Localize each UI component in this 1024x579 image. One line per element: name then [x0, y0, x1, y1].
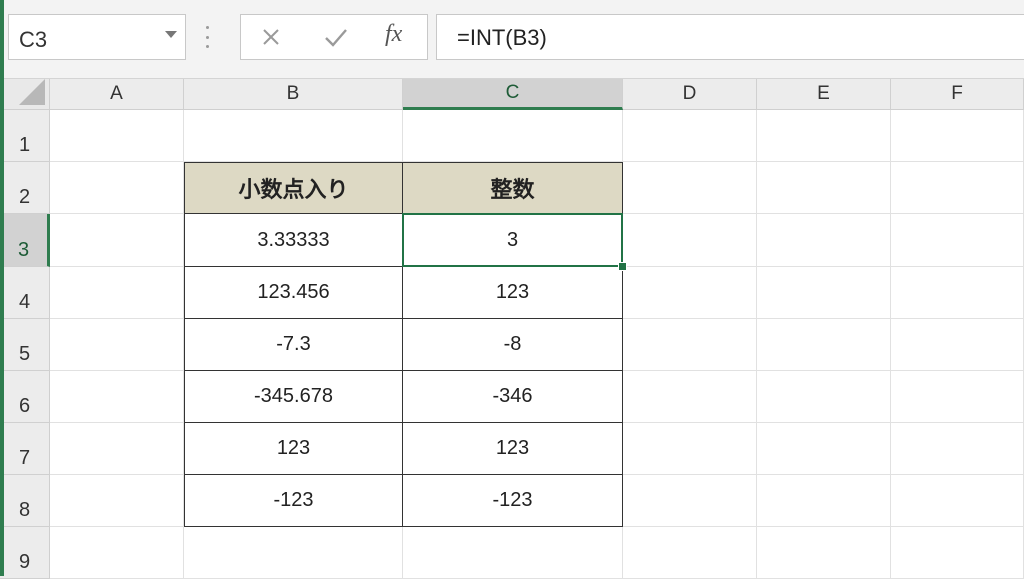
select-all-button[interactable]	[0, 79, 50, 110]
check-icon[interactable]	[323, 25, 349, 49]
column-header-d[interactable]: D	[623, 79, 757, 110]
drag-handle-icon[interactable]	[205, 26, 209, 48]
column-header-f[interactable]: F	[891, 79, 1024, 110]
column-header-c[interactable]: C	[403, 79, 623, 110]
table-cell[interactable]: 123	[403, 423, 623, 475]
cell-a6[interactable]	[50, 371, 184, 423]
table-cell[interactable]: -123	[403, 475, 623, 527]
cell-d1[interactable]	[623, 110, 757, 162]
cell-a2[interactable]	[50, 162, 184, 214]
cell-e7[interactable]	[757, 423, 891, 475]
name-box[interactable]: C3	[8, 14, 186, 60]
cell-d2[interactable]	[623, 162, 757, 214]
column-header-e[interactable]: E	[757, 79, 891, 110]
chevron-down-icon[interactable]	[165, 31, 177, 38]
cell-a5[interactable]	[50, 319, 184, 371]
row-header-9[interactable]: 9	[0, 527, 50, 579]
cell-a3[interactable]	[50, 214, 184, 267]
table-cell[interactable]: 123	[403, 267, 623, 319]
close-icon[interactable]	[259, 25, 283, 49]
formula-bar-area: C3 fx =INT(B3)	[0, 0, 1024, 79]
cell-f1[interactable]	[891, 110, 1024, 162]
table-cell[interactable]: -346	[403, 371, 623, 423]
cell-a1[interactable]	[50, 110, 184, 162]
cell-f2[interactable]	[891, 162, 1024, 214]
cell-a7[interactable]	[50, 423, 184, 475]
cell-d9[interactable]	[623, 527, 757, 579]
cell-f7[interactable]	[891, 423, 1024, 475]
table-cell[interactable]: -8	[403, 319, 623, 371]
column-header-a[interactable]: A	[50, 79, 184, 110]
formula-input[interactable]: =INT(B3)	[436, 14, 1024, 60]
row-header-2[interactable]: 2	[0, 162, 50, 214]
cell-e6[interactable]	[757, 371, 891, 423]
table-header-cell[interactable]: 小数点入り	[184, 162, 403, 214]
cell-e4[interactable]	[757, 267, 891, 319]
table-cell[interactable]: -345.678	[184, 371, 403, 423]
cell-d3[interactable]	[623, 214, 757, 267]
cell-f4[interactable]	[891, 267, 1024, 319]
row-header-3[interactable]: 3	[0, 214, 50, 267]
row-header-8[interactable]: 8	[0, 475, 50, 527]
table-cell[interactable]: -7.3	[184, 319, 403, 371]
table-cell[interactable]: 123.456	[184, 267, 403, 319]
row-header-7[interactable]: 7	[0, 423, 50, 475]
row-header-6[interactable]: 6	[0, 371, 50, 423]
cell-e3[interactable]	[757, 214, 891, 267]
cell-c9[interactable]	[403, 527, 623, 579]
cell-d6[interactable]	[623, 371, 757, 423]
insert-function-icon[interactable]: fx	[385, 21, 402, 48]
cell-e5[interactable]	[757, 319, 891, 371]
cell-e8[interactable]	[757, 475, 891, 527]
table-cell[interactable]: 3	[403, 214, 623, 267]
cell-a9[interactable]	[50, 527, 184, 579]
cell-b9[interactable]	[184, 527, 403, 579]
formula-text: =INT(B3)	[457, 25, 547, 50]
name-box-value: C3	[19, 27, 48, 52]
cell-f3[interactable]	[891, 214, 1024, 267]
column-header-b[interactable]: B	[184, 79, 403, 110]
table-cell[interactable]: -123	[184, 475, 403, 527]
formula-buttons: fx	[240, 14, 428, 60]
cell-d8[interactable]	[623, 475, 757, 527]
cell-c1[interactable]	[403, 110, 623, 162]
window-edge-accent	[0, 0, 4, 576]
cell-e9[interactable]	[757, 527, 891, 579]
table-cell[interactable]: 123	[184, 423, 403, 475]
cell-d4[interactable]	[623, 267, 757, 319]
cell-a8[interactable]	[50, 475, 184, 527]
cell-f5[interactable]	[891, 319, 1024, 371]
cell-e2[interactable]	[757, 162, 891, 214]
cell-e1[interactable]	[757, 110, 891, 162]
cell-b1[interactable]	[184, 110, 403, 162]
cell-d5[interactable]	[623, 319, 757, 371]
cell-f6[interactable]	[891, 371, 1024, 423]
cell-a4[interactable]	[50, 267, 184, 319]
table-header-cell[interactable]: 整数	[403, 162, 623, 214]
cell-d7[interactable]	[623, 423, 757, 475]
fill-handle[interactable]	[618, 262, 627, 271]
cell-f8[interactable]	[891, 475, 1024, 527]
row-header-4[interactable]: 4	[0, 267, 50, 319]
cell-f9[interactable]	[891, 527, 1024, 579]
row-header-1[interactable]: 1	[0, 110, 50, 162]
row-header-5[interactable]: 5	[0, 319, 50, 371]
table-cell[interactable]: 3.33333	[184, 214, 403, 267]
worksheet-grid: A B C D E F 1 2 3 4 5 6 7 8 9 小数点入り 整数 3.33333 3 123.456 123…	[0, 79, 1024, 579]
